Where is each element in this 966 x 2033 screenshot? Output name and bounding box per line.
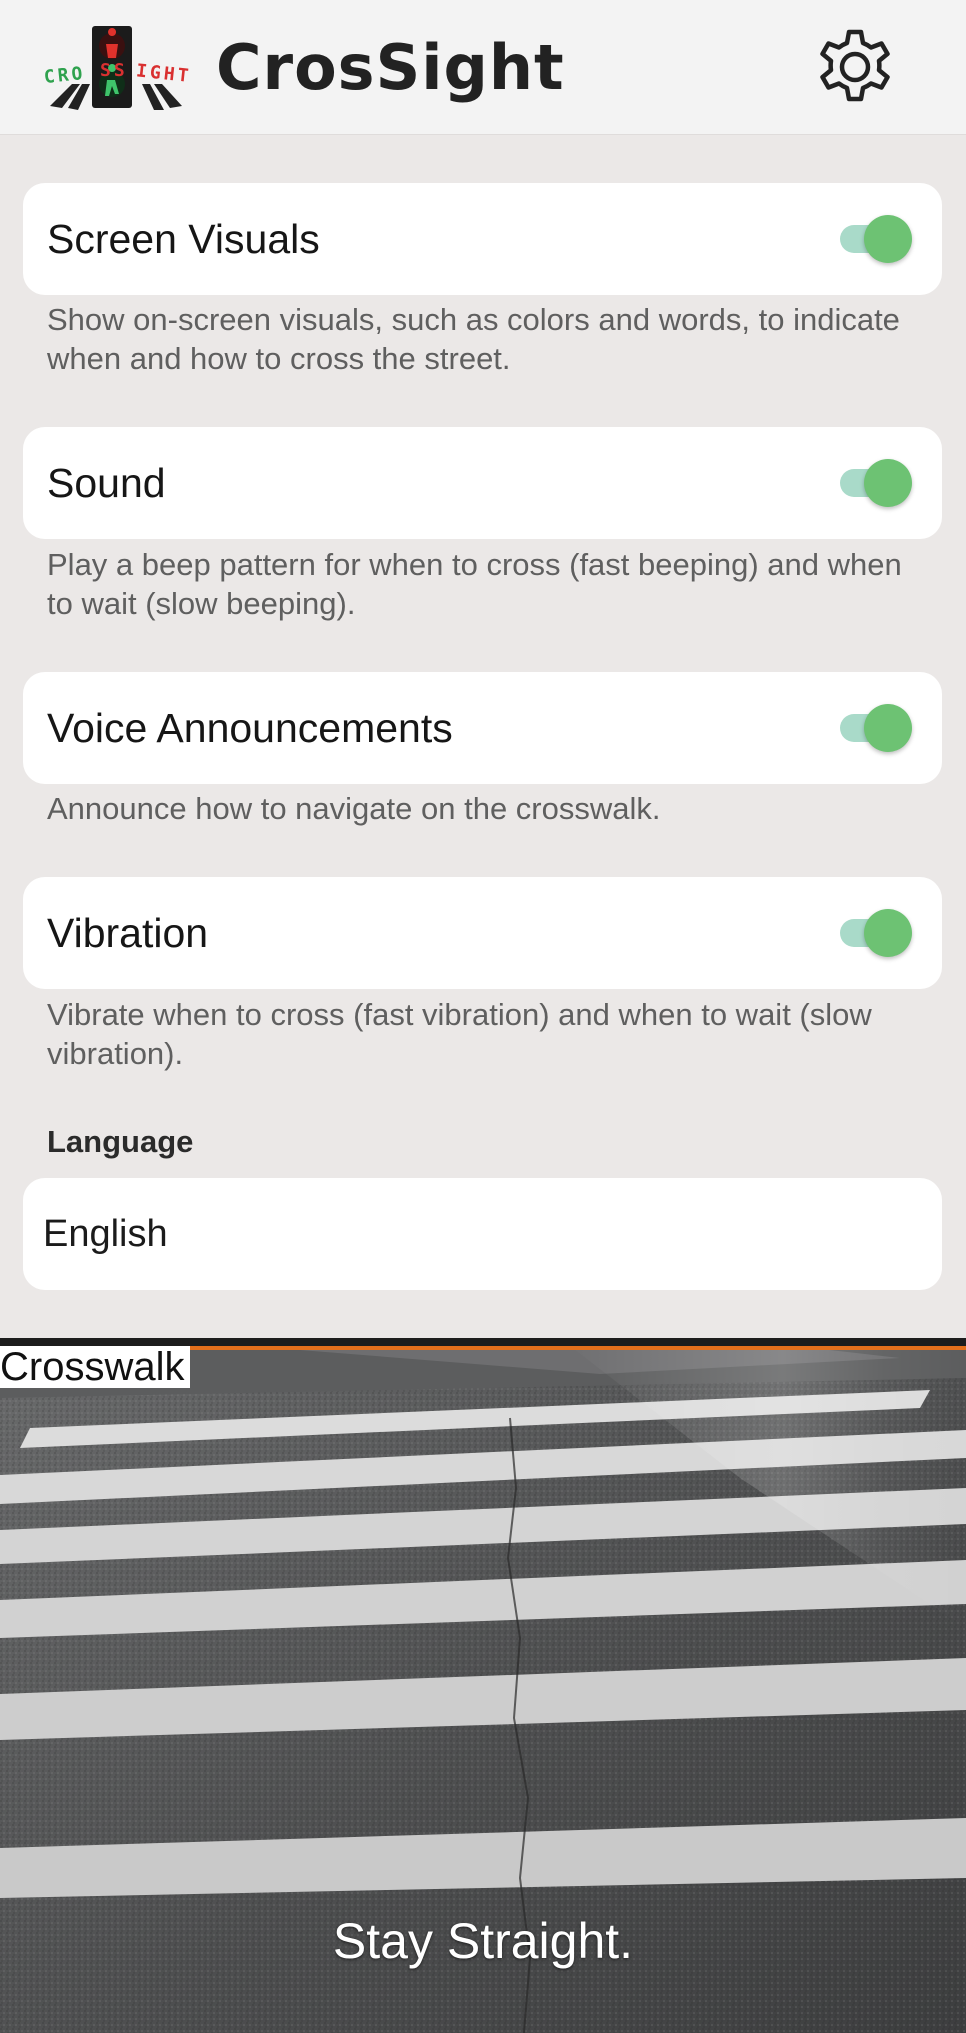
language-selected-value: English: [43, 1213, 168, 1255]
svg-text:IGHT: IGHT: [135, 60, 190, 87]
screen-visuals-toggle[interactable]: [836, 215, 912, 263]
gear-icon[interactable]: [812, 24, 898, 110]
setting-voice-announcements: Voice Announcements: [23, 672, 942, 784]
navigation-instruction: Stay Straight.: [332, 1913, 634, 1969]
setting-vibration: Vibration: [23, 877, 942, 989]
language-label: Language: [47, 1124, 194, 1159]
toggle-knob: [864, 909, 912, 957]
setting-label: Screen Visuals: [47, 216, 320, 262]
setting-description: Vibrate when to cross (fast vibration) a…: [47, 997, 872, 1071]
toggle-knob: [864, 215, 912, 263]
app-header: CRO SS IGHT CrosSight: [0, 0, 966, 134]
setting-label: Voice Announcements: [47, 705, 453, 751]
setting-label: Sound: [47, 460, 166, 506]
toggle-knob: [864, 704, 912, 752]
detection-label: Crosswalk: [0, 1346, 191, 1388]
setting-description: Announce how to navigate on the crosswal…: [47, 791, 661, 826]
language-select[interactable]: English: [23, 1178, 942, 1290]
setting-sound: Sound: [23, 427, 942, 539]
svg-text:SS: SS: [100, 60, 128, 81]
sound-toggle[interactable]: [836, 459, 912, 507]
setting-description: Show on-screen visuals, such as colors a…: [47, 302, 900, 376]
voice-announcements-toggle[interactable]: [836, 704, 912, 752]
setting-label: Vibration: [47, 910, 209, 956]
vibration-toggle[interactable]: [836, 909, 912, 957]
logo-text: CRO: [43, 63, 86, 88]
setting-description: Play a beep pattern for when to cross (f…: [47, 547, 902, 621]
setting-screen-visuals: Screen Visuals: [23, 183, 942, 295]
toggle-knob: [864, 459, 912, 507]
app-title: CrosSight: [216, 31, 565, 104]
traffic-light-logo: CRO SS IGHT: [42, 24, 192, 112]
settings-screen: CRO SS IGHT CrosSight Screen Visuals Sho…: [0, 0, 966, 2033]
